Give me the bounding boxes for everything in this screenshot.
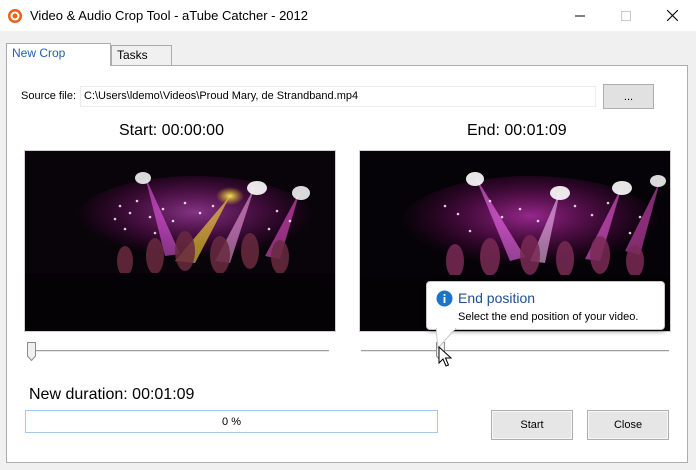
browse-button[interactable]: ... xyxy=(603,84,654,109)
tooltip-body: Select the end position of your video. xyxy=(458,311,639,323)
maximize-button[interactable] xyxy=(603,0,649,31)
maximize-icon xyxy=(621,10,631,21)
title-bar[interactable]: Video & Audio Crop Tool - aTube Catcher … xyxy=(0,0,696,31)
window-title: Video & Audio Crop Tool - aTube Catcher … xyxy=(30,8,308,23)
start-video-preview xyxy=(24,150,336,332)
end-slider-track[interactable] xyxy=(361,350,669,353)
info-icon xyxy=(436,290,453,307)
end-position-tooltip: End position Select the end position of … xyxy=(426,281,665,330)
close-button[interactable]: Close xyxy=(587,410,669,440)
end-caption: End: 00:01:09 xyxy=(467,122,567,139)
start-caption: Start: 00:00:00 xyxy=(119,122,224,139)
tab-tasks[interactable]: Tasks xyxy=(111,45,172,66)
minimize-icon xyxy=(575,15,585,16)
app-icon xyxy=(8,9,22,23)
mouse-cursor-icon xyxy=(438,346,452,367)
progress-bar: 0 % xyxy=(25,410,438,433)
new-duration-label: New duration: 00:01:09 xyxy=(29,386,195,403)
start-button[interactable]: Start xyxy=(491,410,573,440)
tab-new-crop[interactable]: New Crop xyxy=(6,43,111,66)
source-file-input[interactable]: C:\Users\ldemo\Videos\Proud Mary, de Str… xyxy=(80,86,596,107)
start-frame-image xyxy=(25,151,335,331)
progress-text: 0 % xyxy=(222,415,241,428)
start-slider-thumb[interactable] xyxy=(27,342,36,361)
source-file-label: Source file: xyxy=(21,90,77,102)
tooltip-title: End position xyxy=(458,290,536,306)
close-icon xyxy=(666,10,678,21)
minimize-button[interactable] xyxy=(557,0,603,31)
start-slider-track[interactable] xyxy=(27,350,329,353)
close-window-button[interactable] xyxy=(649,0,695,31)
